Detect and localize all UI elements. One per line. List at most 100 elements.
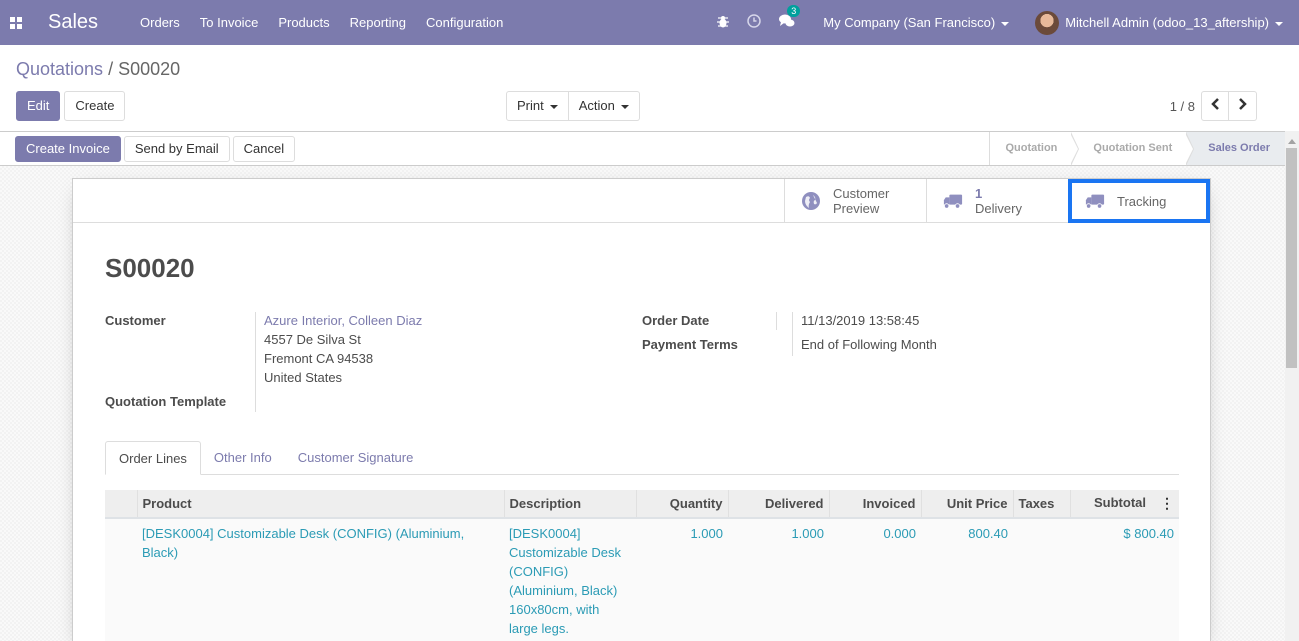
- vertical-scrollbar[interactable]: [1285, 131, 1299, 641]
- address-line3: United States: [264, 370, 343, 385]
- menu-products[interactable]: Products: [278, 15, 329, 30]
- customer-preview-line2: Preview: [833, 201, 880, 216]
- payment-terms-label: Payment Terms: [642, 337, 738, 352]
- menu-orders[interactable]: Orders: [140, 15, 180, 30]
- company-switcher[interactable]: My Company (San Francisco): [823, 15, 1010, 30]
- pager-value[interactable]: 1 / 8: [1170, 99, 1195, 114]
- clock-icon[interactable]: [747, 14, 762, 31]
- menu-reporting[interactable]: Reporting: [350, 15, 406, 30]
- delivery-label: Delivery: [975, 201, 1022, 216]
- app-name[interactable]: Sales: [48, 11, 98, 34]
- table-row[interactable]: [DESK0004] Customizable Desk (CONFIG) (A…: [105, 518, 1179, 641]
- tab-customer-signature[interactable]: Customer Signature: [285, 441, 427, 474]
- breadcrumb-current: S00020: [118, 59, 181, 79]
- column-header-delivered[interactable]: Delivered: [727, 490, 829, 519]
- handle-column-header: [105, 490, 137, 519]
- address-line1: 4557 De Silva St: [264, 332, 361, 347]
- scroll-up-arrow-icon[interactable]: [1288, 139, 1296, 144]
- field-separator: [255, 312, 256, 412]
- edit-button[interactable]: Edit: [16, 91, 61, 121]
- create-button[interactable]: Create: [64, 91, 126, 121]
- cell-unit-price[interactable]: 800.40: [921, 518, 1013, 641]
- avatar[interactable]: [1035, 10, 1060, 35]
- form-content: Customer Preview 1 Delivery Tracking S0002…: [0, 166, 1285, 641]
- cell-quantity[interactable]: 1.000: [636, 518, 728, 641]
- pager-next-button[interactable]: [1229, 91, 1257, 121]
- row-handle: [105, 518, 137, 641]
- customer-link[interactable]: Azure Interior, Colleen Diaz: [264, 311, 422, 330]
- action-label: Action: [578, 98, 615, 113]
- column-header-unit-price[interactable]: Unit Price: [920, 490, 1013, 519]
- column-header-product[interactable]: Product: [136, 490, 504, 519]
- stage-sales-order[interactable]: Sales Order: [1186, 132, 1285, 165]
- user-menu[interactable]: Mitchell Admin (odoo_13_aftership): [1065, 15, 1283, 30]
- caret-down-icon: [549, 104, 558, 109]
- status-bar: Create Invoice Send by Email Cancel Quot…: [0, 131, 1285, 166]
- message-count-badge: 3: [787, 5, 801, 17]
- order-lines-table: Product Description Quantity Delivered I…: [105, 490, 1179, 641]
- apps-icon[interactable]: [10, 16, 22, 29]
- stage-label: Quotation: [1005, 142, 1058, 154]
- column-options-icon[interactable]: ⋮: [1160, 495, 1174, 512]
- notebook-tabs: Order Lines Other Info Customer Signatur…: [105, 441, 1179, 475]
- column-header-subtotal[interactable]: ⋮ Subtotal: [1069, 490, 1179, 519]
- action-dropdown[interactable]: Action: [568, 91, 640, 121]
- cell-product[interactable]: [DESK0004] Customizable Desk (CONFIG) (A…: [137, 518, 504, 641]
- delivery-count: 1: [975, 186, 983, 201]
- column-header-description[interactable]: Description: [503, 490, 636, 519]
- address-line2: Fremont CA 94538: [264, 351, 374, 366]
- chat-icon[interactable]: 3: [779, 5, 801, 31]
- stage-quotation[interactable]: Quotation: [990, 132, 1080, 166]
- column-header-quantity[interactable]: Quantity: [635, 490, 728, 519]
- field-separator: [776, 312, 777, 330]
- print-dropdown[interactable]: Print: [506, 91, 569, 121]
- customer-label: Customer: [105, 313, 166, 328]
- send-by-email-button[interactable]: Send by Email: [123, 136, 230, 162]
- order-date-label: Order Date: [642, 313, 710, 328]
- stage-quotation-sent[interactable]: Quotation Sent: [1071, 132, 1195, 166]
- breadcrumb: Quotations / S00020: [16, 59, 180, 80]
- cell-taxes[interactable]: [1013, 518, 1070, 641]
- user-name: Mitchell Admin (odoo_13_aftership): [1065, 15, 1269, 30]
- pager: 1 / 8: [1170, 91, 1257, 121]
- chevron-left-icon: [1211, 98, 1219, 110]
- tab-other-info[interactable]: Other Info: [201, 441, 285, 474]
- pager-previous-button[interactable]: [1201, 91, 1229, 121]
- print-label: Print: [517, 98, 544, 113]
- menu-to-invoice[interactable]: To Invoice: [200, 15, 259, 30]
- cell-delivered[interactable]: 1.000: [728, 518, 829, 641]
- truck-icon: [943, 194, 963, 209]
- tab-order-lines[interactable]: Order Lines: [105, 441, 201, 475]
- order-date-value: 11/13/2019 13:58:45: [801, 313, 920, 328]
- cell-subtotal: $ 800.40: [1070, 518, 1179, 641]
- chevron-down-icon: [1001, 21, 1010, 26]
- breadcrumb-separator: /: [103, 59, 119, 79]
- stage-label: Quotation Sent: [1093, 142, 1173, 154]
- top-navbar: Sales Orders To Invoice Products Reporti…: [0, 0, 1299, 45]
- form-sheet: Customer Preview 1 Delivery Tracking S0002…: [72, 178, 1211, 641]
- stage-pipeline: Quotation Quotation Sent Sales Order: [989, 132, 1285, 166]
- caret-down-icon: [620, 104, 629, 109]
- cell-description[interactable]: [DESK0004] Customizable Desk (CONFIG) (A…: [504, 518, 636, 641]
- stage-label: Sales Order: [1208, 142, 1270, 154]
- customer-preview-line1: Customer: [833, 186, 890, 201]
- company-name: My Company (San Francisco): [823, 15, 996, 30]
- smart-button-box: Customer Preview 1 Delivery Tracking: [73, 179, 1210, 223]
- chevron-right-icon: [1238, 98, 1247, 110]
- customer-field: Azure Interior, Colleen Diaz 4557 De Sil…: [264, 311, 422, 387]
- column-header-invoiced[interactable]: Invoiced: [828, 490, 921, 519]
- delivery-button[interactable]: 1 Delivery: [926, 179, 1068, 223]
- create-invoice-button[interactable]: Create Invoice: [15, 136, 121, 162]
- subtotal-header-label: Subtotal: [1094, 495, 1146, 510]
- table-header-row: Product Description Quantity Delivered I…: [105, 490, 1179, 519]
- tracking-label: Tracking: [1117, 193, 1167, 209]
- menu-configuration[interactable]: Configuration: [426, 15, 503, 30]
- cell-invoiced[interactable]: 0.000: [829, 518, 921, 641]
- customer-preview-button[interactable]: Customer Preview: [784, 179, 926, 223]
- tracking-button[interactable]: Tracking: [1068, 179, 1210, 223]
- column-header-taxes[interactable]: Taxes: [1012, 490, 1070, 519]
- breadcrumb-quotations[interactable]: Quotations: [16, 59, 103, 79]
- bug-icon[interactable]: [717, 15, 730, 31]
- scrollbar-thumb[interactable]: [1286, 148, 1297, 368]
- cancel-button[interactable]: Cancel: [232, 136, 296, 162]
